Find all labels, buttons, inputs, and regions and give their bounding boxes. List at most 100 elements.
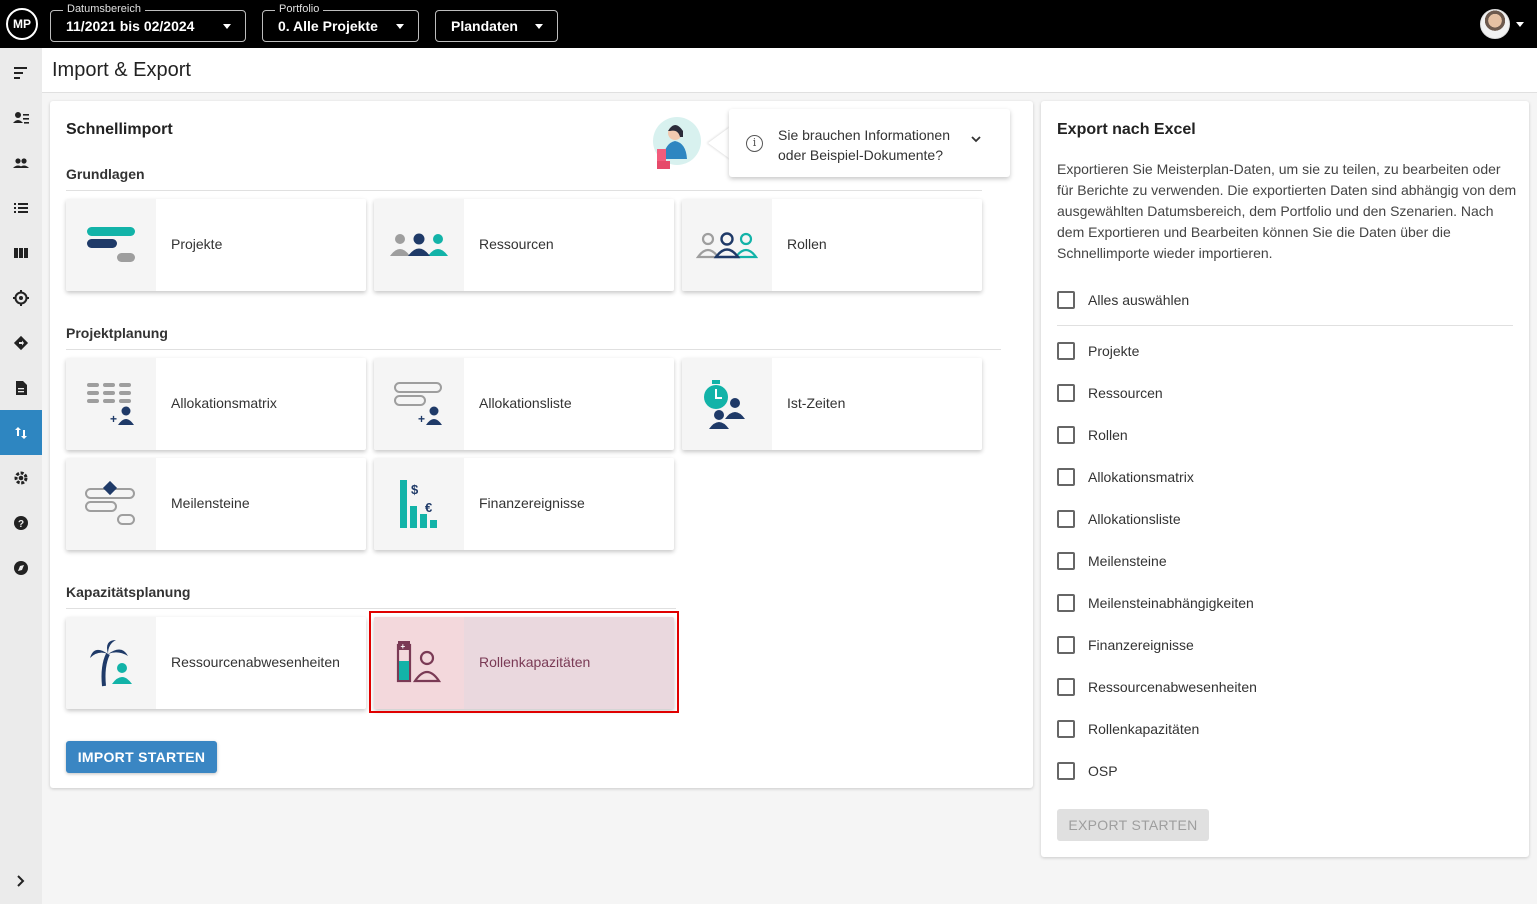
tile-label: Ist-Zeiten [787, 395, 846, 411]
export-title: Export nach Excel [1057, 121, 1196, 138]
quick-import-card: Schnellimport i Sie brauchen Information… [50, 101, 1033, 788]
import-tile-ist-zeiten[interactable]: Ist-Zeiten [682, 358, 982, 450]
export-checkbox-rollen[interactable]: Rollen [1057, 425, 1128, 445]
tile-label: Projekte [171, 236, 223, 252]
tile-label: Rollen [787, 236, 827, 252]
checkbox-icon[interactable] [1057, 594, 1075, 612]
scenario-select[interactable]: Plandaten [435, 10, 558, 42]
stopwatch-person-icon [682, 358, 772, 450]
export-excel-card: Export nach Excel Exportieren Sie Meiste… [1041, 101, 1529, 857]
section-title-grundlagen: Grundlagen [66, 166, 145, 182]
date-range-label: Datumsbereich [63, 2, 145, 16]
meisterplan-logo[interactable]: MP [6, 8, 38, 40]
checkbox-icon[interactable] [1057, 510, 1075, 528]
tile-label: Allokationsliste [479, 395, 572, 411]
import-tile-allokationsmatrix[interactable]: + Allokationsmatrix [66, 358, 366, 450]
export-start-button[interactable]: EXPORT STARTEN [1057, 809, 1209, 841]
import-tile-meilensteine[interactable]: Meilensteine [66, 458, 366, 550]
checkbox-icon[interactable] [1057, 678, 1075, 696]
checkbox-label: OSP [1088, 763, 1118, 779]
import-start-button[interactable]: IMPORT STARTEN [66, 741, 217, 773]
resources-icon [374, 199, 464, 291]
checkbox-label: Meilensteinabhängigkeiten [1088, 595, 1254, 611]
tile-label: Ressourcen [479, 236, 554, 252]
date-range-select[interactable]: Datumsbereich 11/2021 bis 02/2024 [50, 2, 246, 42]
import-tile-ressourcen[interactable]: Ressourcen [374, 199, 674, 291]
info-dropdown[interactable]: i Sie brauchen Informationen oder Beispi… [729, 109, 1010, 177]
gear-icon[interactable] [0, 455, 42, 500]
portfolio-label: Portfolio [275, 2, 324, 16]
people-icon[interactable] [0, 140, 42, 185]
export-divider [1057, 325, 1513, 326]
import-export-icon[interactable] [0, 410, 42, 455]
checkbox-icon[interactable] [1057, 762, 1075, 780]
export-checkbox-allokationsliste[interactable]: Allokationsliste [1057, 509, 1181, 529]
select-all-checkbox[interactable]: Alles auswählen [1057, 290, 1189, 310]
document-icon[interactable] [0, 365, 42, 410]
export-description: Exportieren Sie Meisterplan-Daten, um si… [1057, 161, 1517, 261]
tile-label: Finanzereignisse [479, 495, 585, 511]
export-checkbox-allokationsmatrix[interactable]: Allokationsmatrix [1057, 467, 1194, 487]
export-checkbox-finanzereignisse[interactable]: Finanzereignisse [1057, 635, 1194, 655]
svg-text:+: + [418, 412, 425, 426]
help-icon[interactable]: ? [0, 500, 42, 545]
checkbox-icon[interactable] [1057, 342, 1075, 360]
export-checkbox-meilensteinabhaengigkeiten[interactable]: Meilensteinabhängigkeiten [1057, 593, 1254, 613]
checkbox-label: Meilensteine [1088, 553, 1167, 569]
avatar[interactable] [1480, 9, 1510, 39]
portfolio-select[interactable]: Portfolio 0. Alle Projekte [262, 2, 419, 42]
checkbox-label: Rollen [1088, 427, 1128, 443]
roles-icon [682, 199, 772, 291]
compass-icon[interactable] [0, 545, 42, 590]
svg-text:€: € [425, 500, 432, 515]
selection-highlight [369, 611, 679, 713]
checkbox-label: Ressourcenabwesenheiten [1088, 679, 1257, 695]
chevron-down-icon[interactable] [1516, 22, 1524, 27]
import-tile-ressourcenabwesenheiten[interactable]: Ressourcenabwesenheiten [66, 617, 366, 709]
resource-icon[interactable] [0, 95, 42, 140]
list-icon[interactable] [0, 185, 42, 230]
info-text: Sie brauchen Informationen oder Beispiel… [778, 127, 950, 163]
export-checkbox-ressourcen[interactable]: Ressourcen [1057, 383, 1163, 403]
section-divider [66, 190, 982, 191]
directions-icon[interactable] [0, 320, 42, 365]
chevron-down-icon [535, 24, 543, 29]
milestones-icon [66, 458, 156, 550]
date-range-value: 11/2021 bis 02/2024 [66, 18, 195, 34]
columns-icon[interactable] [0, 230, 42, 275]
svg-text:$: $ [411, 482, 419, 497]
info-icon: i [746, 135, 763, 152]
chevron-down-icon [970, 133, 982, 148]
export-checkbox-osp[interactable]: OSP [1057, 761, 1118, 781]
page-header: Import & Export [42, 48, 1537, 93]
checkbox-label: Ressourcen [1088, 385, 1163, 401]
import-tile-allokationsliste[interactable]: + Allokationsliste [374, 358, 674, 450]
menu-icon[interactable] [0, 50, 42, 95]
checkbox-icon[interactable] [1057, 384, 1075, 402]
checkbox-icon[interactable] [1057, 291, 1075, 309]
section-divider [66, 608, 676, 609]
target-icon[interactable] [0, 275, 42, 320]
checkbox-icon[interactable] [1057, 468, 1075, 486]
allocation-list-icon: + [374, 358, 464, 450]
page-title: Import & Export [52, 59, 191, 81]
export-checkbox-rollenkapazitaeten[interactable]: Rollenkapazitäten [1057, 719, 1199, 739]
checkbox-label: Rollenkapazitäten [1088, 721, 1200, 737]
import-tile-finanzereignisse[interactable]: $ € Finanzereignisse [374, 458, 674, 550]
scenario-value: Plandaten [451, 18, 518, 34]
checkbox-icon[interactable] [1057, 426, 1075, 444]
export-checkbox-ressourcenabwesenheiten[interactable]: Ressourcenabwesenheiten [1057, 677, 1257, 697]
import-tile-projekte[interactable]: Projekte [66, 199, 366, 291]
checkbox-icon[interactable] [1057, 636, 1075, 654]
export-checkbox-projekte[interactable]: Projekte [1057, 341, 1139, 361]
checkbox-label: Projekte [1088, 343, 1140, 359]
top-bar: MP Datumsbereich 11/2021 bis 02/2024 Por… [0, 0, 1537, 48]
section-title-projektplanung: Projektplanung [66, 325, 168, 341]
expand-chevron-icon[interactable] [0, 858, 42, 903]
import-tile-rollen[interactable]: Rollen [682, 199, 982, 291]
projects-icon [66, 199, 156, 291]
checkbox-icon[interactable] [1057, 552, 1075, 570]
export-checkbox-meilensteine[interactable]: Meilensteine [1057, 551, 1167, 571]
portfolio-value: 0. Alle Projekte [278, 18, 378, 34]
checkbox-icon[interactable] [1057, 720, 1075, 738]
